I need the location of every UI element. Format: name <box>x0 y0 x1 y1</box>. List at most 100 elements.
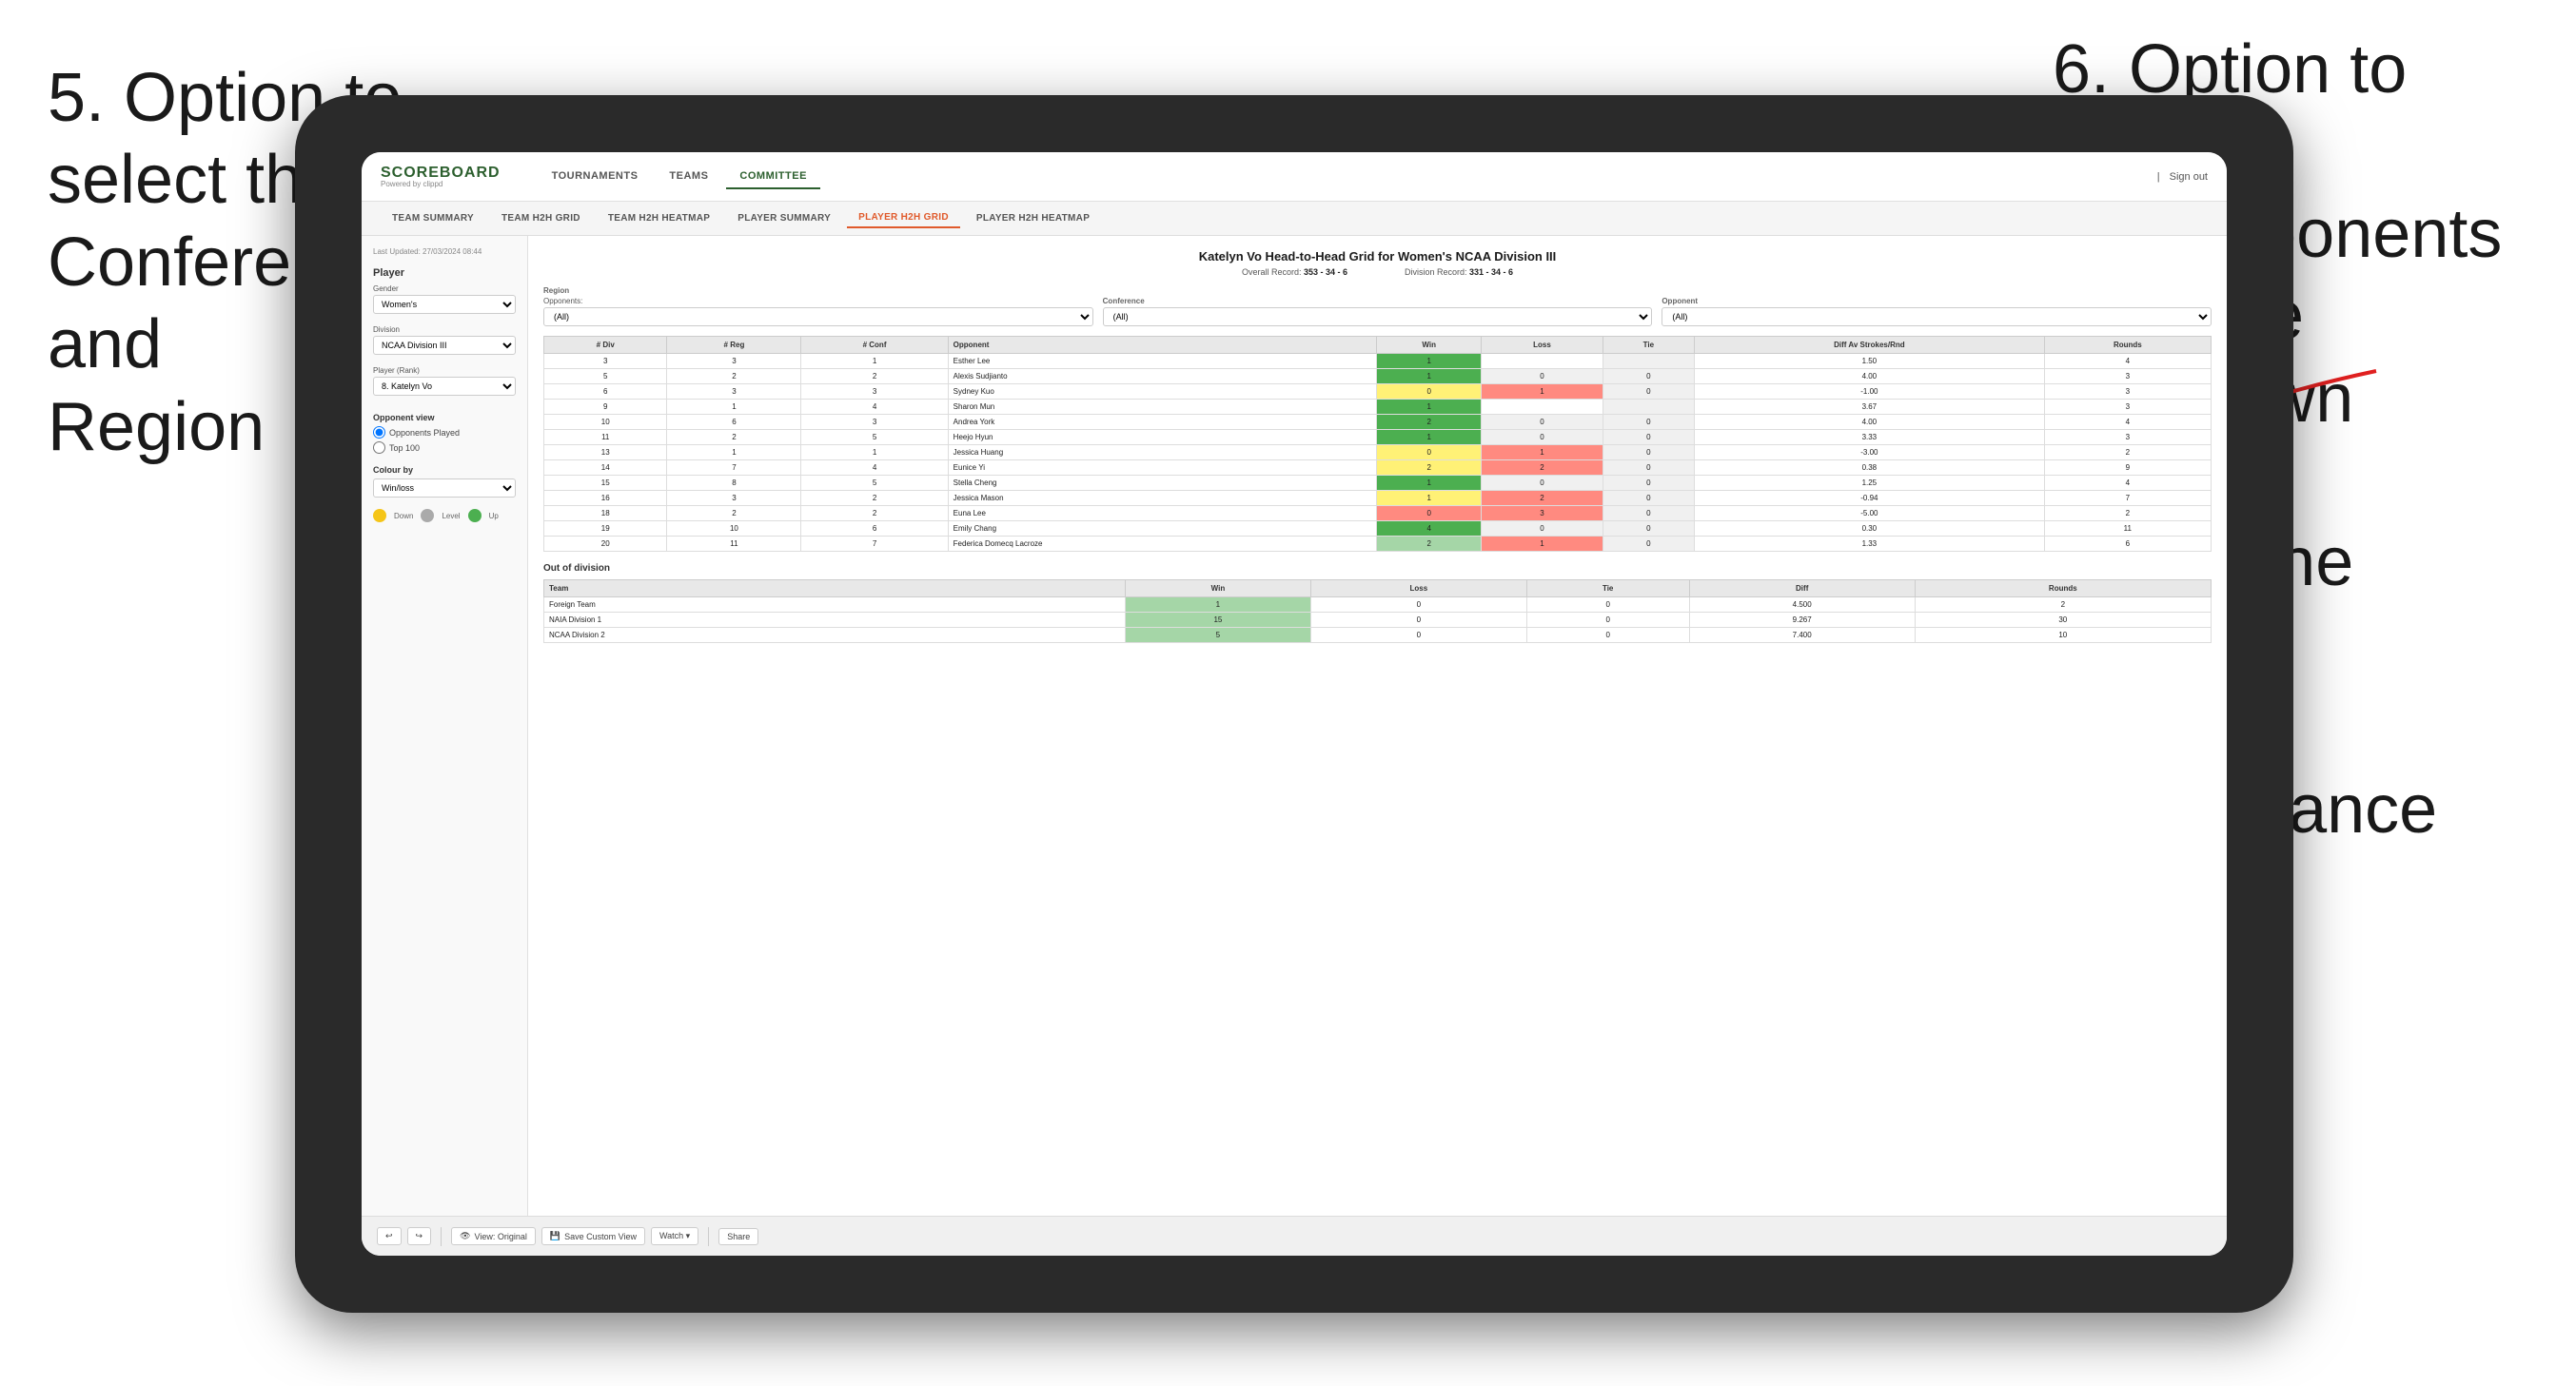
ood-table-row: NAIA Division 1 15 0 0 9.267 30 <box>544 613 2212 628</box>
cell-div: 13 <box>544 445 667 460</box>
main-nav: TOURNAMENTS TEAMS COMMITTEE <box>539 165 820 189</box>
table-row: 6 3 3 Sydney Kuo 0 1 0 -1.00 3 <box>544 384 2212 400</box>
cell-name: Esther Lee <box>948 354 1377 369</box>
sign-out-link[interactable]: Sign out <box>2170 171 2208 183</box>
cell-win: 0 <box>1377 445 1482 460</box>
cell-reg: 2 <box>667 430 801 445</box>
top100-option[interactable]: Top 100 <box>373 441 516 454</box>
table-row: 11 2 5 Heejo Hyun 1 0 0 3.33 3 <box>544 430 2212 445</box>
cell-div: 5 <box>544 369 667 384</box>
tab-player-summary[interactable]: PLAYER SUMMARY <box>726 209 842 227</box>
cell-reg: 1 <box>667 400 801 415</box>
watch-btn[interactable]: Watch ▾ <box>651 1227 698 1245</box>
cell-win: 0 <box>1377 506 1482 521</box>
cell-conf: 5 <box>801 430 948 445</box>
cell-diff: 1.50 <box>1695 354 2045 369</box>
filter-row: Region Opponents: (All) Conference (All) <box>543 286 2212 326</box>
table-row: 5 2 2 Alexis Sudjianto 1 0 0 4.00 3 <box>544 369 2212 384</box>
cell-tie: 0 <box>1603 506 1694 521</box>
cell-name: Alexis Sudjianto <box>948 369 1377 384</box>
division-label: Division <box>373 325 516 334</box>
tab-team-h2h-heatmap[interactable]: TEAM H2H HEATMAP <box>597 209 721 227</box>
cell-win: 1 <box>1377 369 1482 384</box>
cell-loss <box>1482 400 1603 415</box>
conference-filter: Conference (All) <box>1103 297 1653 326</box>
cell-loss: 0 <box>1482 476 1603 491</box>
cell-diff: 1.25 <box>1695 476 2045 491</box>
player-rank-select[interactable]: 8. Katelyn Vo <box>373 377 516 396</box>
cell-div: 19 <box>544 521 667 537</box>
ood-col-rounds: Rounds <box>1915 580 2211 597</box>
opponents-label: Opponents: <box>543 297 1093 305</box>
division-select[interactable]: NCAA Division III <box>373 336 516 355</box>
share-btn[interactable]: Share <box>718 1228 758 1245</box>
ood-cell-tie: 0 <box>1526 613 1689 628</box>
cell-rounds: 3 <box>2044 400 2211 415</box>
cell-conf: 2 <box>801 491 948 506</box>
cell-tie: 0 <box>1603 430 1694 445</box>
opponent-played-option[interactable]: Opponents Played <box>373 426 516 439</box>
redo-btn[interactable]: ↪ <box>407 1227 432 1245</box>
cell-name: Euna Lee <box>948 506 1377 521</box>
gender-select[interactable]: Women's <box>373 295 516 314</box>
cell-loss: 1 <box>1482 384 1603 400</box>
cell-conf: 3 <box>801 384 948 400</box>
region-select[interactable]: (All) <box>543 307 1093 326</box>
separator-icon: | <box>2157 171 2160 183</box>
eye-icon: 👁 <box>460 1231 470 1241</box>
ood-cell-win: 15 <box>1125 613 1310 628</box>
cell-loss: 2 <box>1482 460 1603 476</box>
col-reg: # Reg <box>667 337 801 354</box>
region-filter: Region Opponents: (All) <box>543 286 1093 326</box>
cell-name: Eunice Yi <box>948 460 1377 476</box>
nav-teams[interactable]: TEAMS <box>656 165 721 189</box>
cell-win: 1 <box>1377 476 1482 491</box>
table-row: 9 1 4 Sharon Mun 1 3.67 3 <box>544 400 2212 415</box>
cell-conf: 7 <box>801 537 948 552</box>
ood-cell-loss: 0 <box>1311 613 1527 628</box>
cell-loss: 0 <box>1482 521 1603 537</box>
save-custom-view-btn[interactable]: 💾 Save Custom View <box>541 1227 645 1245</box>
cell-loss <box>1482 354 1603 369</box>
opponent-select[interactable]: (All) <box>1662 307 2212 326</box>
tab-team-summary[interactable]: TEAM SUMMARY <box>381 209 485 227</box>
nav-tournaments[interactable]: TOURNAMENTS <box>539 165 652 189</box>
cell-reg: 3 <box>667 491 801 506</box>
colour-by-select[interactable]: Win/loss <box>373 478 516 498</box>
cell-name: Sharon Mun <box>948 400 1377 415</box>
cell-reg: 7 <box>667 460 801 476</box>
tab-team-h2h-grid[interactable]: TEAM H2H GRID <box>490 209 592 227</box>
cell-diff: -5.00 <box>1695 506 2045 521</box>
undo-btn[interactable]: ↩ <box>377 1227 402 1245</box>
cell-conf: 1 <box>801 354 948 369</box>
col-div: # Div <box>544 337 667 354</box>
sub-nav: TEAM SUMMARY TEAM H2H GRID TEAM H2H HEAT… <box>362 202 2227 236</box>
cell-name: Jessica Mason <box>948 491 1377 506</box>
nav-committee[interactable]: COMMITTEE <box>726 165 820 189</box>
ood-col-name: Team <box>544 580 1126 597</box>
table-row: 13 1 1 Jessica Huang 0 1 0 -3.00 2 <box>544 445 2212 460</box>
cell-reg: 1 <box>667 445 801 460</box>
cell-name: Sydney Kuo <box>948 384 1377 400</box>
colour-level <box>421 509 434 522</box>
cell-diff: -1.00 <box>1695 384 2045 400</box>
cell-win: 2 <box>1377 460 1482 476</box>
opponent-view-options: Opponents Played Top 100 <box>373 426 516 454</box>
records-row: Overall Record: 353 - 34 - 6 Division Re… <box>543 267 2212 277</box>
cell-rounds: 4 <box>2044 354 2211 369</box>
cell-loss: 0 <box>1482 369 1603 384</box>
tab-player-h2h-grid[interactable]: PLAYER H2H GRID <box>847 208 960 228</box>
conference-select[interactable]: (All) <box>1103 307 1653 326</box>
col-diff: Diff Av Strokes/Rnd <box>1695 337 2045 354</box>
ood-table-row: NCAA Division 2 5 0 0 7.400 10 <box>544 628 2212 643</box>
ood-col-diff: Diff <box>1689 580 1915 597</box>
cell-div: 10 <box>544 415 667 430</box>
cell-loss: 0 <box>1482 415 1603 430</box>
cell-reg: 2 <box>667 506 801 521</box>
table-row: 14 7 4 Eunice Yi 2 2 0 0.38 9 <box>544 460 2212 476</box>
colour-legend: Down Level Up <box>373 509 516 522</box>
cell-conf: 1 <box>801 445 948 460</box>
view-original-btn[interactable]: 👁 View: Original <box>451 1227 536 1245</box>
cell-div: 11 <box>544 430 667 445</box>
tab-player-h2h-heatmap[interactable]: PLAYER H2H HEATMAP <box>965 209 1101 227</box>
